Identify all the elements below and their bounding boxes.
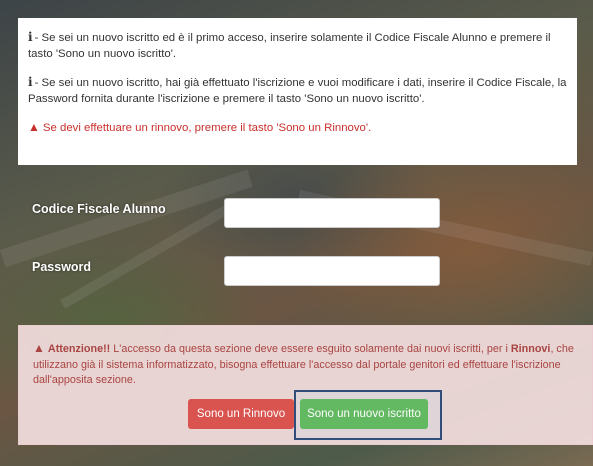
warning-alert-text: ▲ Attenzione!! L'accesso da questa sezion… bbox=[33, 341, 574, 386]
login-page: i- Se sei un nuovo iscritto ed è il prim… bbox=[0, 0, 593, 466]
info-icon: i bbox=[28, 30, 33, 44]
new-enrollee-button[interactable]: Sono un nuovo iscritto bbox=[300, 399, 428, 429]
codice-fiscale-input[interactable] bbox=[224, 198, 440, 228]
instruction-new-first-access: i- Se sei un nuovo iscritto ed è il prim… bbox=[28, 30, 551, 60]
warning-alert-title: Attenzione!! bbox=[47, 343, 111, 355]
warning-alert-highlight: Rinnovi bbox=[510, 343, 551, 355]
renewal-button[interactable]: Sono un Rinnovo bbox=[188, 399, 294, 429]
password-input[interactable] bbox=[224, 256, 440, 286]
instructions-panel: i- Se sei un nuovo iscritto ed è il prim… bbox=[18, 18, 577, 165]
warning-icon: ▲ bbox=[28, 120, 40, 134]
info-icon: i bbox=[28, 75, 33, 89]
warning-icon: ▲ bbox=[33, 341, 45, 355]
instruction-new-modify: i- Se sei un nuovo iscritto, hai già eff… bbox=[28, 75, 567, 105]
instruction-renewal: ▲ Se devi effettuare un rinnovo, premere … bbox=[28, 120, 372, 134]
codice-fiscale-label: Codice Fiscale Alunno bbox=[32, 202, 166, 216]
password-label: Password bbox=[32, 260, 92, 274]
